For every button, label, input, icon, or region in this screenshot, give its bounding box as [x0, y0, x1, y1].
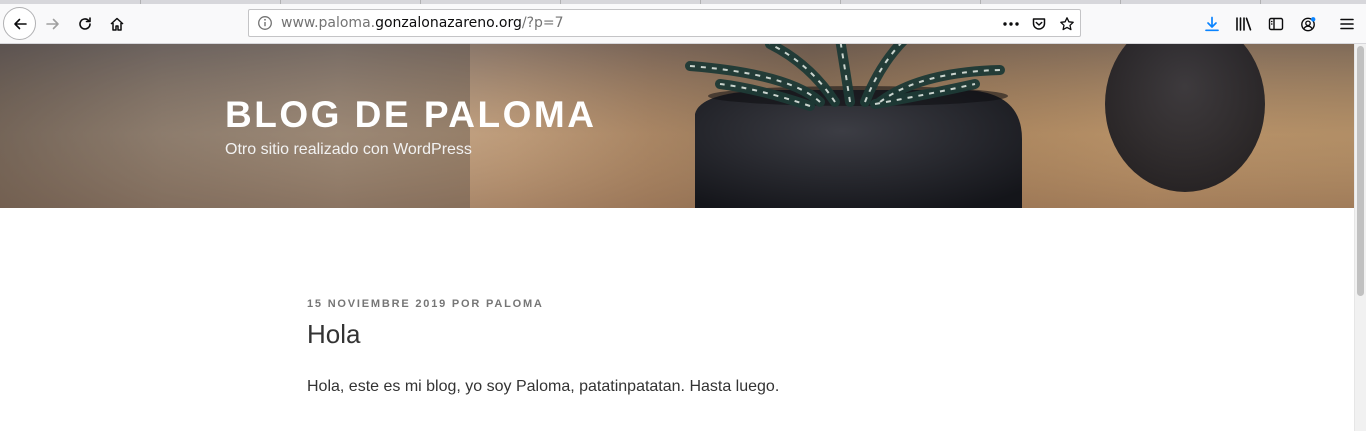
library-icon — [1236, 17, 1252, 31]
post-author[interactable]: PALOMA — [486, 298, 544, 310]
menu-icon — [1340, 18, 1354, 30]
more-actions-icon[interactable] — [1001, 14, 1021, 34]
url-path: /?p=7 — [521, 15, 564, 31]
url-bar[interactable]: www.paloma.gonzalonazareno.org/?p=7 — [248, 9, 1081, 37]
forward-button[interactable] — [37, 8, 69, 40]
post-meta: 15 NOVIEMBRE 2019 POR PALOMA — [307, 298, 544, 310]
url-prefix: www.paloma. — [281, 15, 376, 31]
back-arrow-icon — [13, 18, 27, 29]
reload-button[interactable] — [69, 8, 101, 40]
sidebar-icon — [1268, 17, 1284, 31]
account-icon — [1301, 17, 1316, 32]
forward-arrow-icon — [46, 18, 59, 30]
sidebar-button[interactable] — [1262, 8, 1290, 40]
site-header: BLOG DE PALOMA Otro sitio realizado con … — [0, 44, 1354, 208]
menu-button[interactable] — [1333, 8, 1361, 40]
bookmark-star-icon[interactable] — [1057, 14, 1077, 34]
home-button[interactable] — [101, 8, 133, 40]
library-button[interactable] — [1230, 8, 1258, 40]
pocket-icon[interactable] — [1029, 14, 1049, 34]
scrollbar-thumb[interactable] — [1357, 46, 1364, 296]
download-icon — [1205, 16, 1219, 32]
post-date[interactable]: 15 NOVIEMBRE 2019 — [307, 298, 447, 310]
account-button[interactable] — [1294, 8, 1322, 40]
home-icon — [110, 17, 124, 31]
site-title[interactable]: BLOG DE PALOMA — [225, 94, 596, 136]
header-image — [0, 44, 1354, 208]
downloads-button[interactable] — [1198, 8, 1226, 40]
post-by: POR — [451, 298, 482, 310]
url-text[interactable]: www.paloma.gonzalonazareno.org/?p=7 — [281, 15, 564, 31]
post-content: Hola, este es mi blog, yo soy Paloma, pa… — [307, 378, 780, 395]
back-button[interactable] — [3, 7, 36, 40]
info-icon[interactable] — [257, 15, 273, 35]
url-domain: gonzalonazareno.org — [375, 15, 522, 31]
site-description: Otro sitio realizado con WordPress — [225, 141, 472, 158]
page-scrollbar[interactable] — [1354, 44, 1366, 431]
reload-icon — [79, 17, 91, 30]
post-title: Hola — [307, 319, 361, 349]
browser-toolbar: www.paloma.gonzalonazareno.org/?p=7 — [0, 4, 1366, 44]
